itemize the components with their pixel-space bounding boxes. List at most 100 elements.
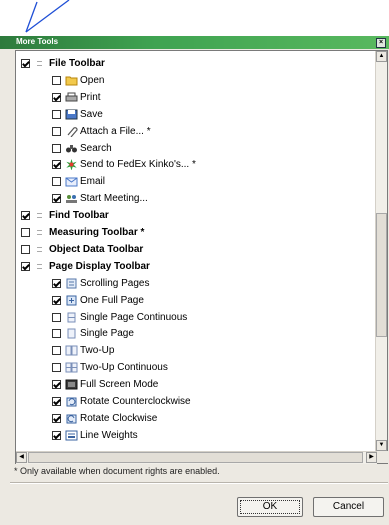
single-page-icon (65, 328, 78, 339)
two-up-continuous-icon (65, 362, 78, 373)
checkbox-checked[interactable] (52, 295, 61, 305)
scrollbar-corner (377, 451, 388, 463)
tool-item-row[interactable]: Email (52, 173, 105, 189)
close-button[interactable]: × (376, 38, 386, 48)
checkbox-checked[interactable] (52, 379, 61, 389)
checkbox-checked[interactable] (21, 58, 30, 68)
tool-item-row[interactable]: Save (52, 106, 103, 122)
checkbox-unchecked[interactable] (52, 75, 61, 85)
scroll-down-button[interactable]: ▼ (376, 440, 387, 451)
toolbar-group-row[interactable]: Measuring Toolbar * (21, 224, 144, 240)
tool-item-row[interactable]: Line Weights (52, 427, 138, 443)
horizontal-scroll-thumb[interactable] (28, 452, 363, 463)
checkbox-checked[interactable] (52, 92, 61, 102)
tools-list[interactable]: File Toolbar Open Print Save Attach a File..… (15, 50, 388, 464)
toolbar-group-row[interactable]: Find Toolbar (21, 207, 109, 223)
tool-item-row[interactable]: Print (52, 89, 101, 105)
item-label: Two-Up Continuous (80, 361, 168, 373)
scroll-thumb[interactable] (376, 213, 387, 337)
checkbox-unchecked[interactable] (52, 328, 61, 338)
full-screen-icon (65, 379, 78, 390)
checkbox-checked[interactable] (21, 261, 30, 271)
item-label: Save (80, 108, 103, 120)
tree-bullet-icon (37, 212, 42, 218)
title-bar: More Tools × (0, 36, 389, 49)
tool-item-row[interactable]: Full Screen Mode (52, 376, 158, 392)
checkbox-unchecked[interactable] (52, 176, 61, 186)
item-label: Line Weights (80, 429, 138, 441)
tool-item-row[interactable]: Open (52, 72, 104, 88)
tool-item-row[interactable]: Search (52, 140, 112, 156)
item-label: Find Toolbar (49, 209, 109, 221)
checkbox-unchecked[interactable] (52, 362, 61, 372)
item-label: Rotate Clockwise (80, 412, 158, 424)
item-label: Full Screen Mode (80, 378, 159, 390)
item-label: Send to FedEx Kinko's... * (80, 158, 196, 170)
horizontal-scrollbar[interactable]: ◀ ▶ (16, 451, 377, 464)
checkbox-unchecked[interactable] (21, 244, 30, 254)
scrolling-pages-icon (65, 278, 78, 289)
tool-item-row[interactable]: Two-Up (52, 342, 114, 358)
tree-bullet-icon (37, 229, 42, 235)
checkbox-checked[interactable] (52, 413, 61, 423)
tool-item-row[interactable]: Rotate Counterclockwise (52, 393, 191, 409)
checkbox-checked[interactable] (52, 159, 61, 169)
tools-list-rows: File Toolbar Open Print Save Attach a File..… (16, 51, 377, 451)
tool-item-row[interactable]: Two-Up Continuous (52, 359, 168, 375)
email-icon (65, 176, 78, 187)
one-full-page-icon (65, 295, 78, 306)
paperclip-icon (65, 126, 78, 137)
checkbox-unchecked[interactable] (52, 345, 61, 355)
tool-item-row[interactable]: Scrolling Pages (52, 275, 149, 291)
tool-item-row[interactable]: Rotate Clockwise (52, 410, 157, 426)
toolbar-group-row[interactable]: Page Display Toolbar (21, 258, 150, 274)
checkbox-checked[interactable] (52, 396, 61, 406)
tree-bullet-icon (37, 246, 42, 252)
tree-bullet-icon (37, 60, 42, 66)
toolbar-group-row[interactable]: Object Data Toolbar (21, 241, 143, 257)
scroll-left-button[interactable]: ◀ (16, 452, 27, 463)
checkbox-unchecked[interactable] (52, 312, 61, 322)
tool-item-row[interactable]: Send to FedEx Kinko's... * (52, 156, 196, 172)
item-label: Two-Up (80, 344, 115, 356)
item-label: Open (80, 74, 105, 86)
ok-button[interactable]: OK (237, 497, 303, 517)
checkbox-checked[interactable] (52, 278, 61, 288)
tool-item-row[interactable]: Single Page Continuous (52, 309, 187, 325)
checkbox-checked[interactable] (52, 193, 61, 203)
item-label: One Full Page (80, 294, 144, 306)
item-label: Scrolling Pages (80, 277, 150, 289)
scroll-up-button[interactable]: ▲ (376, 51, 387, 62)
checkbox-checked[interactable] (21, 210, 30, 220)
tool-item-row[interactable]: Single Page (52, 325, 134, 341)
item-label: Search (80, 142, 112, 154)
item-label: Attach a File... * (80, 125, 151, 137)
fedex-kinkos-icon (65, 158, 78, 170)
tool-item-row[interactable]: Start Meeting... (52, 190, 148, 206)
item-label: Single Page Continuous (80, 311, 188, 323)
dialog-title: More Tools (16, 37, 59, 46)
rotate-ccw-icon (65, 396, 78, 407)
binoculars-icon (65, 143, 78, 154)
checkbox-unchecked[interactable] (21, 227, 30, 237)
vertical-scrollbar[interactable]: ▲ ▼ (375, 51, 387, 451)
checkbox-unchecked[interactable] (52, 143, 61, 153)
tool-item-row[interactable]: One Full Page (52, 292, 144, 308)
item-label: Email (80, 175, 106, 187)
cancel-button[interactable]: Cancel (313, 497, 384, 517)
item-label: Rotate Counterclockwise (80, 395, 191, 407)
checkbox-unchecked[interactable] (52, 126, 61, 136)
tool-item-row[interactable]: Attach a File... * (52, 123, 151, 139)
single-page-continuous-icon (65, 312, 78, 323)
divider (10, 482, 388, 484)
two-up-icon (65, 345, 78, 356)
more-tools-dialog: More Tools × File Toolbar Open Print Save At… (0, 36, 389, 525)
toolbar-group-row[interactable]: File Toolbar (21, 55, 105, 71)
checkbox-checked[interactable] (52, 430, 61, 440)
item-label: Object Data Toolbar (49, 243, 144, 255)
printer-icon (65, 92, 78, 103)
item-label: Page Display Toolbar (49, 260, 150, 272)
scroll-right-button[interactable]: ▶ (366, 452, 377, 463)
item-label: Print (80, 91, 101, 103)
checkbox-unchecked[interactable] (52, 109, 61, 119)
